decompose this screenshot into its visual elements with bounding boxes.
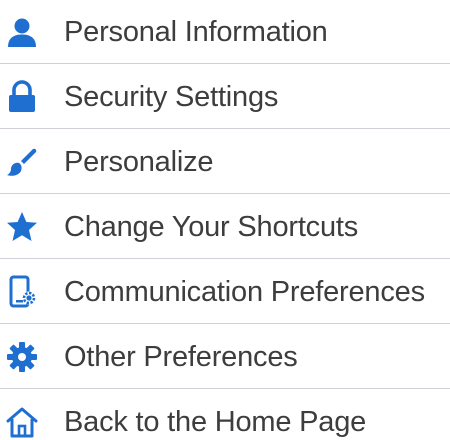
menu-item-security-settings[interactable]: Security Settings — [0, 65, 450, 129]
menu-item-personal-information[interactable]: Personal Information — [0, 0, 450, 64]
menu-item-label: Personal Information — [64, 15, 328, 48]
menu-item-label: Other Preferences — [64, 340, 298, 373]
home-icon — [2, 402, 42, 440]
menu-item-personalize[interactable]: Personalize — [0, 130, 450, 194]
menu-item-label: Back to the Home Page — [64, 405, 367, 438]
menu-item-other-preferences[interactable]: Other Preferences — [0, 325, 450, 389]
menu-item-back-to-home-page[interactable]: Back to the Home Page — [0, 390, 450, 440]
menu-item-label: Change Your Shortcuts — [64, 210, 359, 243]
lock-icon — [2, 77, 42, 117]
star-icon — [2, 207, 42, 247]
mobile-gear-icon — [2, 272, 42, 312]
menu-item-label: Communication Preferences — [64, 275, 425, 308]
preferences-menu: Personal Information Security Settings P… — [0, 0, 450, 440]
menu-item-change-your-shortcuts[interactable]: Change Your Shortcuts — [0, 195, 450, 259]
menu-item-label: Personalize — [64, 145, 214, 178]
person-icon — [2, 12, 42, 52]
menu-item-label: Security Settings — [64, 80, 279, 113]
menu-item-communication-preferences[interactable]: Communication Preferences — [0, 260, 450, 324]
paintbrush-icon — [2, 142, 42, 182]
gear-icon — [2, 337, 42, 377]
